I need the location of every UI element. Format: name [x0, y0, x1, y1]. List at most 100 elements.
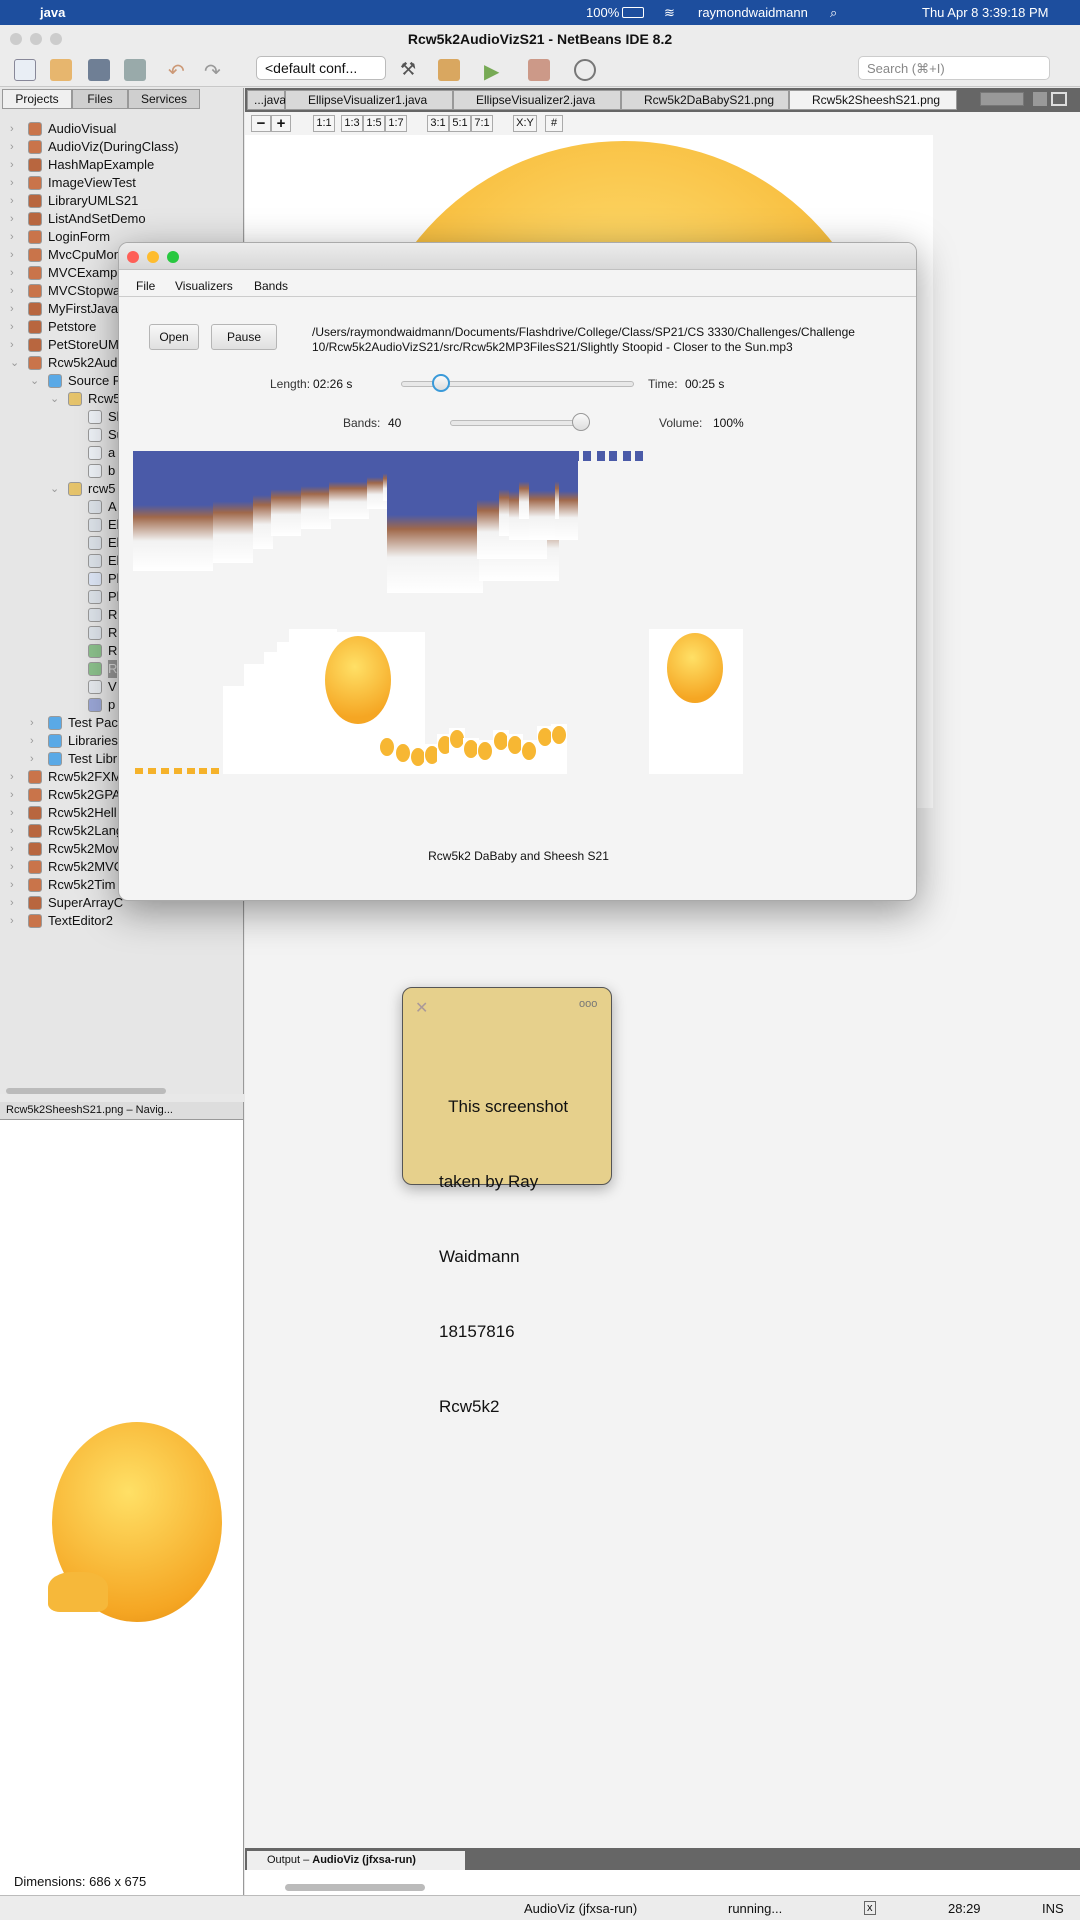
zoom-button[interactable]: #: [545, 115, 563, 132]
java-project-icon: [28, 302, 42, 316]
chevron-right-icon[interactable]: ›: [10, 876, 14, 894]
zoom-button[interactable]: +: [271, 115, 291, 132]
chevron-right-icon[interactable]: ›: [10, 138, 14, 156]
undo-icon[interactable]: ↶: [168, 59, 190, 83]
java-project-icon: [28, 158, 42, 172]
zoom-button[interactable]: −: [251, 115, 271, 132]
build-icon[interactable]: ⚒: [400, 59, 422, 81]
chevron-down-icon[interactable]: ⌄: [30, 372, 39, 390]
close-window-button[interactable]: [10, 33, 22, 45]
editor-tab[interactable]: EllipseVisualizer2.java: [453, 90, 621, 110]
navigator-title[interactable]: Rcw5k2SheeshS21.png – Navig...: [0, 1102, 243, 1120]
configuration-select[interactable]: <default conf...: [256, 56, 386, 80]
new-file-icon[interactable]: [14, 59, 36, 81]
more-options-icon[interactable]: ooo: [579, 998, 597, 1010]
zoom-button[interactable]: X:Y: [513, 115, 537, 132]
editor-tab-active[interactable]: Rcw5k2SheeshS21.png: [789, 90, 957, 110]
chevron-right-icon[interactable]: ›: [10, 210, 14, 228]
user-name[interactable]: raymondwaidmann: [698, 5, 808, 20]
sticky-note[interactable]: ✕ ooo This screenshot taken by Ray Waidm…: [402, 987, 612, 1416]
zoom-button[interactable]: 5:1: [449, 115, 471, 132]
zoom-button[interactable]: 1:1: [313, 115, 335, 132]
chevron-right-icon[interactable]: ›: [10, 120, 14, 138]
chevron-right-icon[interactable]: ›: [10, 768, 14, 786]
output-tab[interactable]: Output – AudioViz (jfxsa-run): [247, 1851, 465, 1870]
visualizer-band-sheesh: [551, 724, 567, 774]
chevron-right-icon[interactable]: ›: [10, 156, 14, 174]
chevron-right-icon[interactable]: ›: [10, 786, 14, 804]
editor-tab[interactable]: ...java: [247, 90, 286, 110]
open-project-icon[interactable]: [88, 59, 110, 81]
tree-item-label: MyFirstJavaF: [48, 301, 126, 316]
run-icon[interactable]: ▶: [484, 59, 506, 83]
tree-item-label: LibraryUMLS21: [48, 193, 139, 208]
datetime[interactable]: Thu Apr 8 3:39:18 PM: [922, 5, 1048, 20]
chevron-right-icon[interactable]: ›: [30, 750, 34, 768]
visualizer-band-dababy: [133, 451, 213, 571]
close-note-icon[interactable]: ✕: [415, 998, 428, 1018]
wifi-icon[interactable]: ≋: [664, 5, 675, 21]
chevron-right-icon[interactable]: ›: [10, 822, 14, 840]
tree-item-label: b: [108, 463, 116, 478]
horizontal-scrollbar[interactable]: [6, 1088, 166, 1094]
tab-scroll-buttons[interactable]: [980, 92, 1024, 106]
java-icon: [88, 554, 102, 568]
search-input[interactable]: Search (⌘+I): [858, 56, 1050, 80]
clean-build-icon[interactable]: [438, 59, 460, 81]
chevron-right-icon[interactable]: ›: [10, 840, 14, 858]
chevron-right-icon[interactable]: ›: [10, 228, 14, 246]
maximize-button[interactable]: [1051, 92, 1067, 106]
chevron-right-icon[interactable]: ›: [10, 804, 14, 822]
tab-projects[interactable]: Projects: [2, 89, 72, 109]
minimize-window-button[interactable]: [30, 33, 42, 45]
running-task[interactable]: AudioViz (jfxsa-run): [524, 1901, 637, 1916]
chevron-right-icon[interactable]: ›: [10, 858, 14, 876]
chevron-right-icon[interactable]: ›: [10, 318, 14, 336]
app-menu[interactable]: java: [40, 5, 65, 20]
chevron-right-icon[interactable]: ›: [10, 174, 14, 192]
tab-services[interactable]: Services: [128, 89, 200, 109]
visualizer-band-dababy: [301, 451, 331, 529]
editor-tab[interactable]: EllipseVisualizer1.java: [285, 90, 453, 110]
visualizer-band-dababy: [506, 451, 514, 461]
zoom-window-button[interactable]: [50, 33, 62, 45]
chevron-down-icon[interactable]: ⌄: [50, 480, 59, 498]
chevron-right-icon[interactable]: ›: [10, 192, 14, 210]
chevron-right-icon[interactable]: ›: [30, 732, 34, 750]
tab-files[interactable]: Files: [72, 89, 128, 109]
chevron-right-icon[interactable]: ›: [30, 714, 34, 732]
zoom-button[interactable]: 3:1: [427, 115, 449, 132]
close-project-icon[interactable]: [124, 59, 146, 81]
new-project-icon[interactable]: [50, 59, 72, 81]
zoom-button[interactable]: 7:1: [471, 115, 493, 132]
chevron-right-icon[interactable]: ›: [10, 264, 14, 282]
redo-icon[interactable]: ↷: [204, 59, 226, 83]
audio-visualizer-window: File Visualizers Bands Open Pause /Users…: [118, 242, 917, 901]
tree-item-label: MvcCpuMonit: [48, 247, 128, 262]
output-scrollbar[interactable]: [285, 1884, 425, 1891]
debug-icon[interactable]: [528, 59, 550, 81]
tree-item-label: R: [108, 625, 118, 640]
chevron-right-icon[interactable]: ›: [10, 300, 14, 318]
chevron-right-icon[interactable]: ›: [10, 246, 14, 264]
fx-project-icon: [28, 140, 42, 154]
profile-icon[interactable]: [574, 59, 596, 81]
chevron-right-icon[interactable]: ›: [10, 282, 14, 300]
chevron-down-icon[interactable]: ⌄: [10, 354, 19, 372]
editor-tab[interactable]: Rcw5k2DaBabyS21.png: [621, 90, 789, 110]
chevron-right-icon[interactable]: ›: [10, 912, 14, 930]
insert-mode: INS: [1042, 1901, 1064, 1916]
zoom-button[interactable]: 1:7: [385, 115, 407, 132]
tab-list-button[interactable]: [1033, 92, 1047, 106]
zoom-button[interactable]: 1:3: [341, 115, 363, 132]
chevron-down-icon[interactable]: ⌄: [50, 390, 59, 408]
zoom-button[interactable]: 1:5: [363, 115, 385, 132]
visualizer-band-sheesh: [199, 768, 207, 774]
interface-icon: [88, 680, 102, 694]
chevron-right-icon[interactable]: ›: [10, 894, 14, 912]
battery-icon[interactable]: [622, 7, 644, 18]
cancel-task-icon[interactable]: x: [864, 1901, 876, 1915]
tree-item-label: p: [108, 697, 116, 712]
chevron-right-icon[interactable]: ›: [10, 336, 14, 354]
spotlight-icon[interactable]: ⌕: [830, 5, 837, 21]
